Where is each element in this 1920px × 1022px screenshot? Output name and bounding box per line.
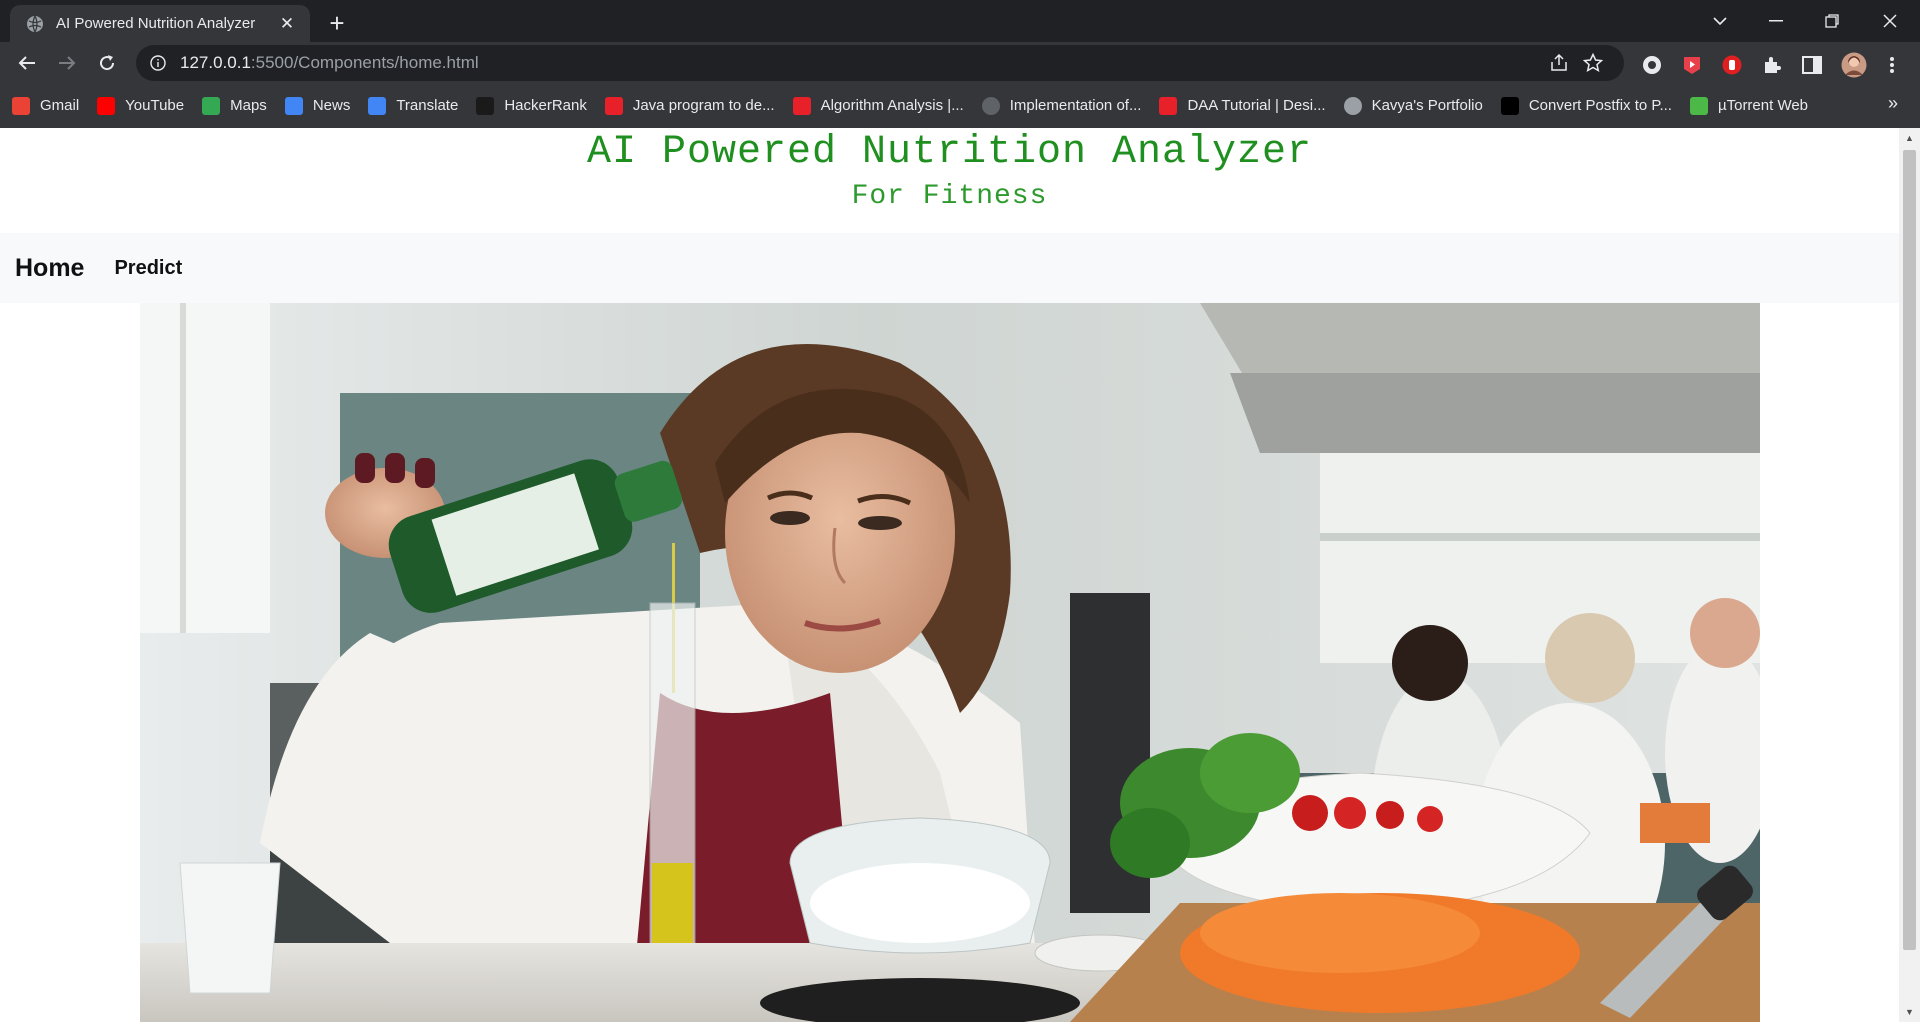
info-icon[interactable] (150, 55, 166, 71)
news-icon (284, 96, 303, 115)
bookmark-item[interactable]: µTorrent Web (1689, 92, 1809, 120)
bookmark-label: Kavya's Portfolio (1371, 97, 1483, 114)
bookmark-item[interactable]: Convert Postfix to P... (1500, 92, 1672, 120)
github-icon (981, 96, 1000, 115)
navbar: Home Predict (0, 233, 1899, 303)
bookmark-label: Maps (230, 97, 267, 114)
browser-toolbar: 127.0.0.1:5500/Components/home.html (0, 42, 1920, 83)
extension-red-play-icon[interactable] (1680, 53, 1704, 77)
star-icon[interactable] (1582, 52, 1604, 74)
scroll-down-icon[interactable]: ▼ (1904, 1007, 1915, 1018)
forward-button[interactable] (52, 48, 82, 78)
nav-predict-link[interactable]: Predict (114, 257, 182, 280)
reload-icon (100, 55, 115, 71)
arrow-right-icon (59, 56, 76, 70)
close-tab-icon[interactable]: ✕ (276, 14, 298, 34)
back-button[interactable] (12, 48, 42, 78)
bookmark-item[interactable]: DAA Tutorial | Desi... (1159, 92, 1326, 120)
bookmark-item[interactable]: HackerRank (476, 92, 587, 120)
close-window-button[interactable] (1862, 0, 1918, 42)
minimize-icon (1769, 20, 1783, 22)
globe-icon (27, 15, 43, 32)
extension-white-icon[interactable] (1640, 53, 1664, 77)
hero-image (140, 303, 1760, 1022)
bookmarks-overflow-icon[interactable]: » (1888, 93, 1898, 114)
arrow-left-icon (18, 56, 35, 70)
javatpoint-icon (604, 96, 623, 115)
scroll-up-icon[interactable]: ▲ (1904, 133, 1915, 144)
bookmark-label: Implementation of... (1009, 97, 1142, 114)
javatpoint-icon (1159, 96, 1178, 115)
restore-button[interactable] (1804, 0, 1860, 42)
bookmark-item[interactable]: News (284, 92, 351, 120)
more-menu-icon[interactable] (1880, 53, 1904, 77)
utorrent-icon (1689, 96, 1708, 115)
gmail-icon (12, 96, 30, 115)
browser-tab[interactable]: AI Powered Nutrition Analyzer ✕ (10, 5, 310, 42)
bookmark-label: YouTube (125, 97, 185, 114)
bookmark-item[interactable]: Gmail (12, 92, 79, 120)
scrollbar-thumb[interactable] (1903, 150, 1916, 950)
side-panel-icon[interactable] (1800, 53, 1824, 77)
new-tab-button[interactable]: + (322, 9, 352, 39)
close-icon (1883, 14, 1897, 28)
bookmark-item[interactable]: Algorithm Analysis |... (792, 92, 964, 120)
page-viewport: AI Powered Nutrition Analyzer For Fitnes… (0, 128, 1920, 1022)
globe-icon (1343, 96, 1362, 115)
bookmark-item[interactable]: YouTube (97, 92, 184, 120)
puzzle-extensions-icon[interactable] (1760, 53, 1784, 77)
tutorialspoint-icon (1500, 96, 1519, 115)
chevron-down-icon (1713, 16, 1727, 25)
bookmark-label: Algorithm Analysis |... (820, 97, 964, 114)
nav-home-link[interactable]: Home (15, 254, 84, 283)
woman-pouring-oil-in-kitchen-image (140, 303, 1760, 1022)
translate-icon (368, 96, 387, 115)
bookmark-item[interactable]: Implementation of... (981, 92, 1142, 120)
page: AI Powered Nutrition Analyzer For Fitnes… (0, 128, 1899, 1022)
bookmark-label: µTorrent Web (1717, 97, 1809, 114)
url-host: 127.0.0.1 (180, 53, 251, 72)
extension-stop-hand-icon[interactable] (1720, 53, 1744, 77)
bookmark-red-icon (792, 96, 811, 115)
site-subtitle: For Fitness (851, 181, 1048, 212)
minimize-button[interactable] (1748, 0, 1804, 42)
bookmark-label: HackerRank (504, 97, 587, 114)
tab-title: AI Powered Nutrition Analyzer (56, 15, 256, 32)
site-title: AI Powered Nutrition Analyzer (586, 130, 1313, 175)
bookmark-item[interactable]: Maps (202, 92, 267, 120)
bookmark-item[interactable]: Java program to de... (604, 92, 775, 120)
restore-icon (1825, 14, 1839, 28)
tab-strip: AI Powered Nutrition Analyzer ✕ + (0, 0, 1920, 42)
url-path: :5500/Components/home.html (250, 53, 479, 72)
reload-button[interactable] (92, 48, 122, 78)
bookmark-label: Gmail (40, 97, 80, 114)
bookmark-item[interactable]: Kavya's Portfolio (1343, 92, 1483, 120)
page-scrollbar[interactable]: ▲ ▼ (1899, 128, 1920, 1022)
site-header: AI Powered Nutrition Analyzer For Fitnes… (0, 128, 1899, 233)
bookmark-label: DAA Tutorial | Desi... (1187, 97, 1326, 114)
tab-search-button[interactable] (1692, 0, 1748, 42)
bookmarks-bar: Gmail YouTube Maps News Translate HackerRank J… (0, 83, 1920, 128)
address-bar[interactable]: 127.0.0.1:5500/Components/home.html (136, 45, 1624, 81)
avatar[interactable] (1840, 51, 1868, 79)
bookmark-label: News (312, 97, 351, 114)
bookmark-item[interactable]: Translate (368, 92, 458, 120)
bookmark-label: Java program to de... (632, 97, 775, 114)
hackerrank-icon (476, 96, 495, 115)
bookmark-label: Convert Postfix to P... (1528, 97, 1672, 114)
share-icon[interactable] (1548, 52, 1570, 74)
bookmark-label: Translate (396, 97, 459, 114)
maps-icon (202, 96, 221, 115)
youtube-icon (97, 96, 116, 115)
